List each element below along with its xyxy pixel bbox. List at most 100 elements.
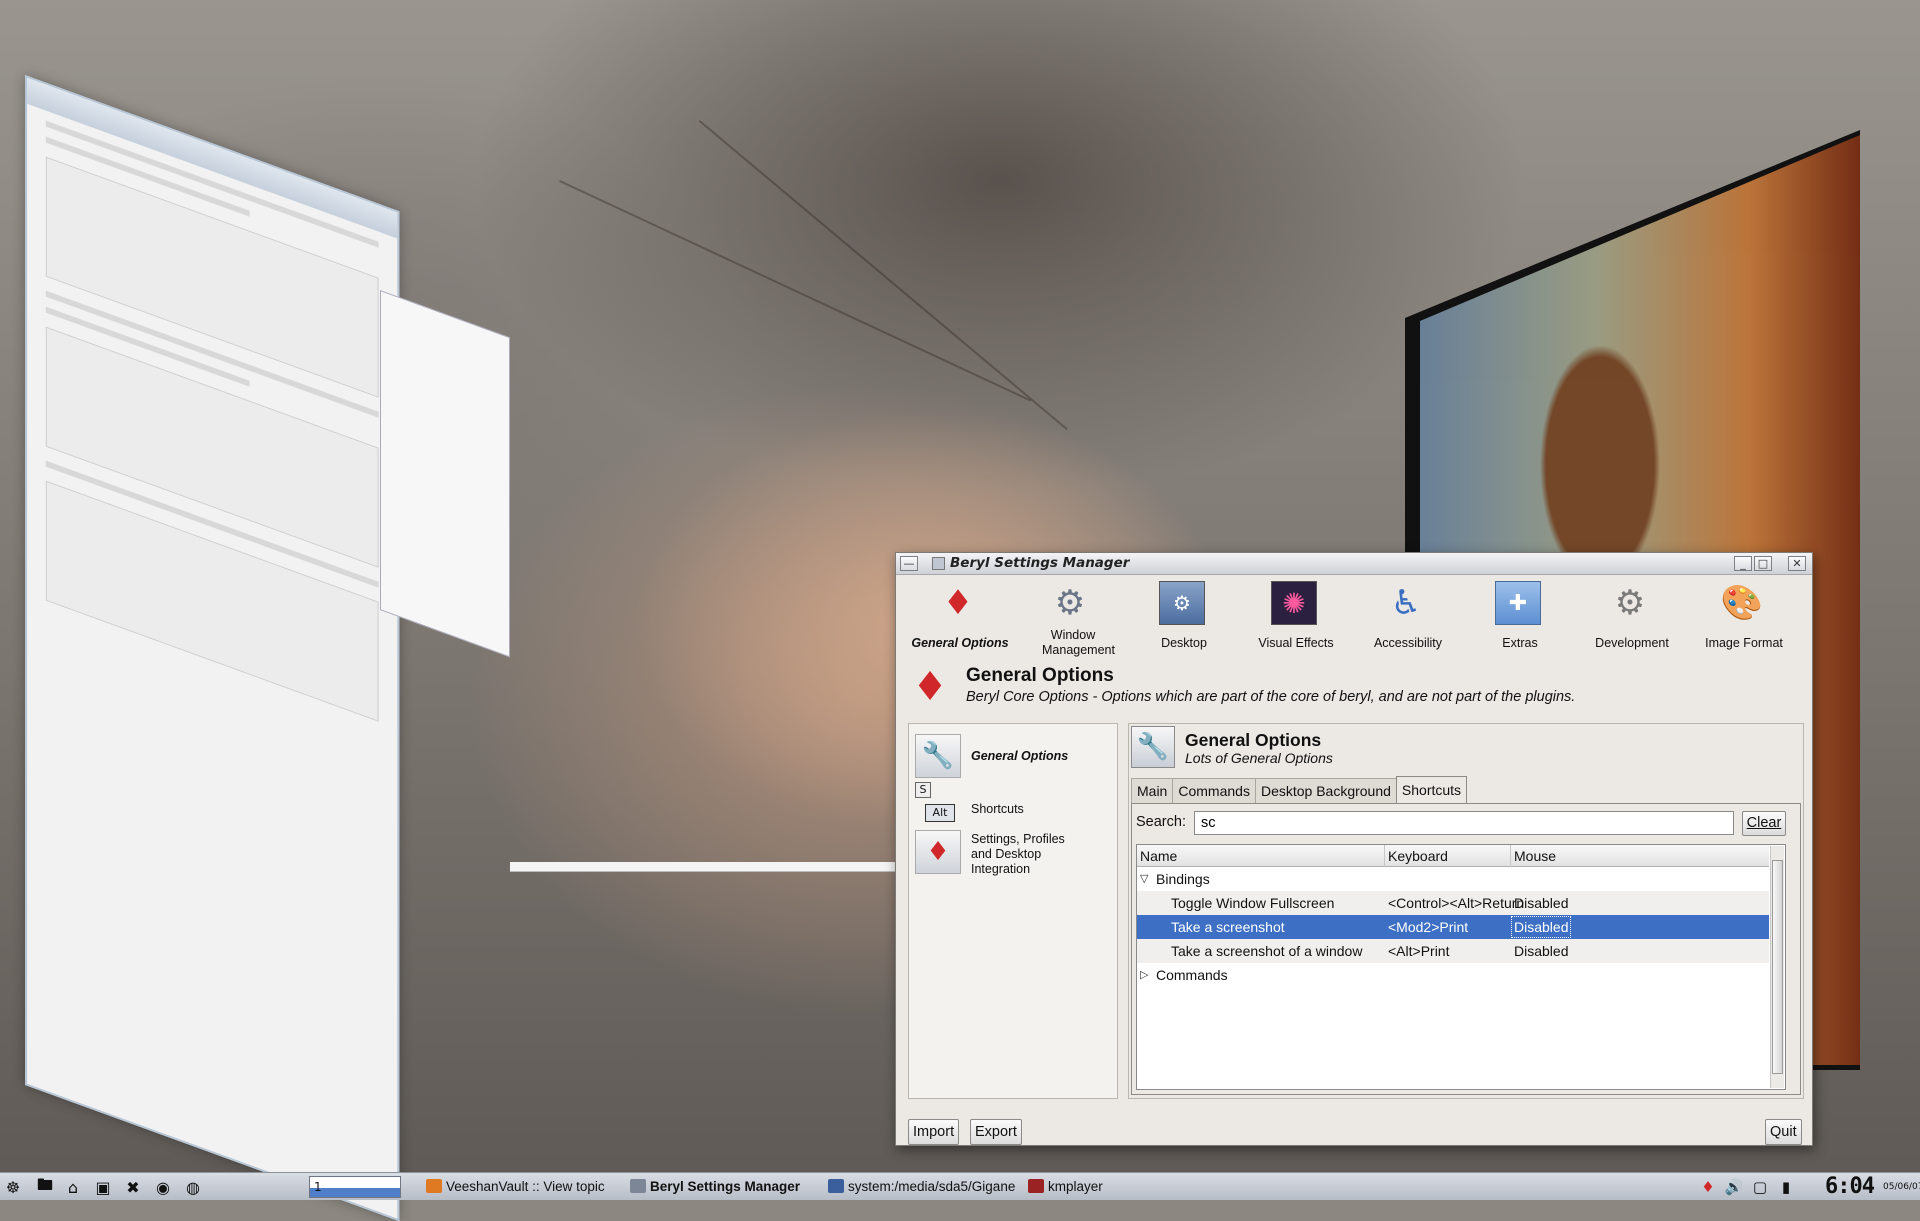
clock-time[interactable]: 6:04 <box>1825 1174 1875 1199</box>
task-button-beryl-settings[interactable]: Beryl Settings Manager <box>630 1175 812 1199</box>
tab-main[interactable]: Main <box>1131 778 1174 804</box>
tab-desktop-background[interactable]: Desktop Background <box>1254 778 1397 804</box>
wrench-icon: 🔧 <box>915 734 961 778</box>
column-header-keyboard[interactable]: Keyboard <box>1385 845 1511 867</box>
tab-shortcuts[interactable]: Shortcuts <box>1395 776 1468 804</box>
section-title: General Options <box>966 665 1114 686</box>
search-input[interactable] <box>1194 811 1734 835</box>
binding-mouse[interactable]: Disabled <box>1511 916 1572 938</box>
export-button[interactable]: Export <box>970 1119 1022 1145</box>
beryl-gem-icon: ♦ <box>915 830 961 874</box>
window-gear-icon: ⚙ <box>1054 583 1086 623</box>
task-button-kmplayer[interactable]: kmplayer <box>1028 1175 1138 1199</box>
gift-box-icon: ✚ <box>1495 581 1541 625</box>
nav-item-shortcuts[interactable]: S Alt Shortcuts <box>915 780 1115 830</box>
column-header-name[interactable]: Name <box>1137 845 1385 867</box>
group-label: Commands <box>1156 967 1228 983</box>
control-center-icon[interactable]: ▣ <box>92 1176 114 1198</box>
binding-keyboard[interactable]: <Alt>Print <box>1388 939 1449 963</box>
window-menu-button[interactable]: — <box>900 556 918 571</box>
task-label: system:/media/sda5/Gigane <box>848 1179 1016 1194</box>
tree-row[interactable]: Toggle Window Fullscreen <Control><Alt>R… <box>1137 891 1769 915</box>
expander-open-icon[interactable]: ▽ <box>1140 867 1148 891</box>
options-content-panel: 🔧 General Options Lots of General Option… <box>1128 723 1804 1099</box>
volume-icon[interactable]: 🔊 <box>1724 1177 1744 1197</box>
skewed-file-window[interactable] <box>380 290 510 658</box>
wheelchair-icon: ♿ <box>1390 583 1422 623</box>
clipboard-icon[interactable]: ▢ <box>1750 1177 1770 1197</box>
section-header: ♦ General Options Beryl Core Options - O… <box>906 661 1802 721</box>
nav-item-settings-profiles[interactable]: ♦ Settings, Profiles and Desktop Integra… <box>915 828 1115 888</box>
category-development[interactable]: ⚙ Development <box>1576 577 1688 663</box>
category-desktop[interactable]: ⚙ Desktop <box>1128 577 1240 663</box>
clear-button[interactable]: Clear <box>1742 811 1786 836</box>
desktop-icon: ⚙ <box>1159 581 1205 625</box>
category-window-management[interactable]: ⚙ Window Management <box>1016 577 1128 663</box>
wrench-icon: 🔧 <box>1131 726 1175 768</box>
group-label: Bindings <box>1156 871 1210 887</box>
beryl-tray-icon[interactable]: ♦ <box>1698 1177 1718 1197</box>
fireworks-icon: ✺ <box>1271 581 1317 625</box>
media-icon[interactable]: ◉ <box>152 1176 174 1198</box>
tree-row[interactable]: Take a screenshot of a window <Alt>Print… <box>1137 939 1769 963</box>
paint-palette-icon: 🎨 <box>1720 583 1764 623</box>
tools-icon[interactable]: ✖ <box>122 1176 144 1198</box>
category-label: Desktop <box>1161 636 1207 650</box>
app-icon <box>932 557 945 570</box>
beryl-gem-icon: ♦ <box>942 583 974 623</box>
nav-item-general-options[interactable]: 🔧 General Options <box>915 732 1115 782</box>
skewed-browser-window[interactable] <box>25 75 400 1221</box>
pager-active-area <box>310 1188 400 1197</box>
category-image-format[interactable]: 🎨 Image Format <box>1688 577 1800 663</box>
tree-header: Name Keyboard Mouse <box>1137 845 1769 867</box>
content-subtitle: Lots of General Options <box>1185 750 1333 766</box>
category-general-options[interactable]: ♦ General Options <box>904 577 1016 663</box>
vertical-scrollbar[interactable] <box>1770 846 1784 1088</box>
category-label: Visual Effects <box>1258 636 1334 650</box>
clock-date: 05/06/07 <box>1883 1182 1920 1192</box>
kde-taskbar: ☸ 🖿 ⌂ ▣ ✖ ◉ ◍ 1 VeeshanVault :: View top… <box>0 1172 1920 1200</box>
quit-button[interactable]: Quit <box>1765 1119 1802 1145</box>
tree-row-selected[interactable]: Take a screenshot <Mod2>Print Disabled <box>1137 915 1769 939</box>
maximize-button[interactable]: □ <box>1754 556 1772 571</box>
category-accessibility[interactable]: ♿ Accessibility <box>1352 577 1464 663</box>
tree-group-commands[interactable]: ▷ Commands <box>1137 963 1769 987</box>
binding-mouse[interactable]: Disabled <box>1514 891 1568 915</box>
category-visual-effects[interactable]: ✺ Visual Effects <box>1240 577 1352 663</box>
task-button-konqueror[interactable]: system:/media/sda5/Gigane <box>828 1175 1020 1199</box>
k-menu-icon[interactable]: ☸ <box>2 1176 24 1198</box>
battery-icon[interactable]: ▮ <box>1776 1177 1796 1197</box>
shortcuts-tab-body: Search: Clear Name Keyboard Mouse ▽ Bind… <box>1131 803 1801 1095</box>
binding-keyboard[interactable]: <Control><Alt>Return <box>1388 891 1524 915</box>
category-toolbar: ♦ General Options ⚙ Window Management ⚙ … <box>904 577 1804 665</box>
home-folder-icon[interactable]: 🖿 <box>34 1175 56 1198</box>
nav-item-label: Shortcuts <box>971 802 1024 816</box>
home-icon[interactable]: ⌂ <box>62 1176 84 1198</box>
task-label: VeeshanVault :: View topic <box>446 1179 605 1194</box>
task-button-veeshanvault[interactable]: VeeshanVault :: View topic <box>426 1175 618 1199</box>
search-label: Search: <box>1136 814 1186 830</box>
category-extras[interactable]: ✚ Extras <box>1464 577 1576 663</box>
binding-name: Toggle Window Fullscreen <box>1171 895 1335 911</box>
desktop-pager[interactable]: 1 <box>309 1176 401 1198</box>
scrollbar-thumb[interactable] <box>1772 860 1783 1074</box>
binding-mouse[interactable]: Disabled <box>1514 939 1568 963</box>
minimize-button[interactable]: _ <box>1734 556 1752 571</box>
tree-group-bindings[interactable]: ▽ Bindings <box>1137 867 1769 891</box>
close-button[interactable]: ✕ <box>1788 556 1806 571</box>
binding-name: Take a screenshot <box>1171 919 1285 935</box>
category-label: Extras <box>1502 636 1538 650</box>
window-titlebar[interactable]: — Beryl Settings Manager _ □ ✕ <box>896 553 1812 575</box>
category-label: General Options <box>911 636 1009 650</box>
beryl-settings-window[interactable]: — Beryl Settings Manager _ □ ✕ ♦ General… <box>895 552 1813 1146</box>
shortcuts-tree[interactable]: Name Keyboard Mouse ▽ Bindings Toggle Wi… <box>1136 844 1786 1090</box>
tab-commands[interactable]: Commands <box>1172 778 1256 804</box>
content-title: General Options <box>1185 730 1322 750</box>
column-header-mouse[interactable]: Mouse <box>1511 845 1769 867</box>
firefox-icon[interactable]: ◍ <box>182 1176 204 1198</box>
import-button[interactable]: Import <box>908 1119 960 1145</box>
gears-icon: ⚙ <box>1614 583 1646 623</box>
expander-closed-icon[interactable]: ▷ <box>1140 963 1148 987</box>
binding-keyboard[interactable]: <Mod2>Print <box>1388 915 1468 939</box>
window-title: Beryl Settings Manager <box>950 555 1130 571</box>
